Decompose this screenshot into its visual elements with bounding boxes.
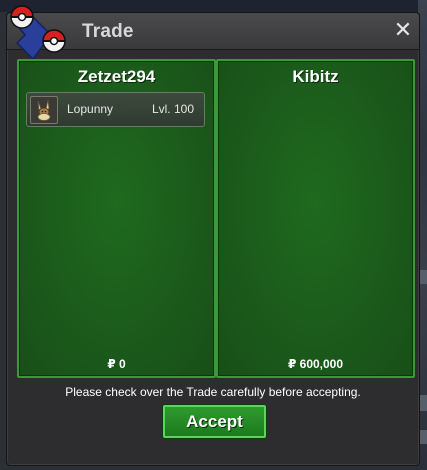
accept-button[interactable]: Accept [163, 405, 266, 438]
pokeball-logo-icon [10, 5, 66, 61]
background-fragment [419, 430, 427, 444]
pokemon-level: Lvl. 100 [151, 102, 194, 116]
background-fragment [419, 395, 427, 411]
trade-window: Trade ✕ Zetzet294 Lopunny Lvl. 100 ₽ 0 K… [6, 5, 420, 466]
trade-panel-left[interactable]: Zetzet294 Lopunny Lvl. 100 ₽ 0 [17, 59, 216, 378]
player-name: Kibitz [292, 67, 339, 86]
background-fragment [419, 270, 427, 284]
trade-notice: Please check over the Trade carefully be… [65, 385, 361, 399]
trade-panel-right[interactable]: Kibitz ₽ 600,000 [216, 59, 415, 378]
pokemon-name: Lopunny [67, 102, 114, 116]
money-amount: ₽ 600,000 [287, 357, 344, 371]
close-icon[interactable]: ✕ [393, 19, 413, 41]
lopunny-sprite-icon [30, 96, 58, 124]
player-name: Zetzet294 [77, 67, 156, 86]
window-title: Trade [82, 21, 134, 42]
pokemon-slot[interactable]: Lopunny Lvl. 100 [26, 92, 205, 127]
money-amount: ₽ 0 [107, 357, 126, 371]
